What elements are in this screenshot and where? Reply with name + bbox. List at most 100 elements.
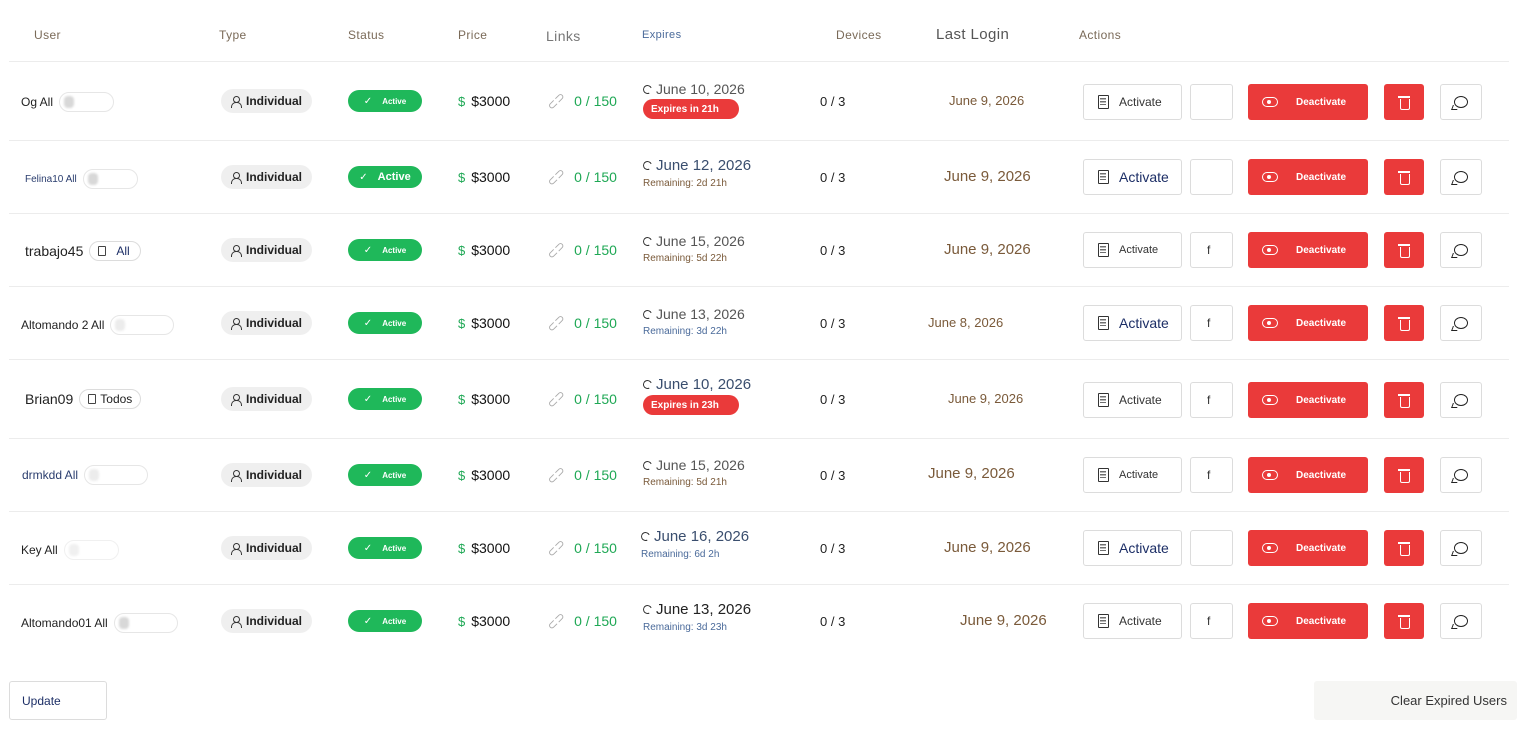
deactivate-button[interactable]: Deactivate xyxy=(1248,603,1368,639)
table-row: trabajo45 All Individual ✓ Active $ $3000 … xyxy=(9,214,1509,287)
chat-button[interactable] xyxy=(1440,457,1482,493)
type-badge: Individual xyxy=(221,463,313,487)
delete-button[interactable] xyxy=(1384,382,1424,418)
activate-button[interactable]: Activate xyxy=(1083,603,1182,639)
status-badge: ✓ Active xyxy=(348,90,422,112)
clear-expired-users-button[interactable]: Clear Expired Users xyxy=(1314,681,1517,720)
user-cell: drmkdd All xyxy=(22,465,149,485)
remaining-time: Remaining: 5d 21h xyxy=(643,477,727,488)
eye-off-icon xyxy=(1262,616,1278,626)
type-badge: Individual xyxy=(221,238,313,262)
expires-cell: June 13, 2026 Remaining: 3d 22h xyxy=(641,306,745,337)
deactivate-button[interactable]: Deactivate xyxy=(1248,457,1368,493)
f-button[interactable] xyxy=(1190,530,1233,566)
status-badge: ✓ Active xyxy=(348,312,422,334)
expires-date: June 13, 2026 xyxy=(641,601,751,618)
delete-button[interactable] xyxy=(1384,305,1424,341)
header-last-login: Last Login xyxy=(936,26,1010,43)
links-count: ⊂⊃ 0 / 150 xyxy=(543,310,617,336)
f-button[interactable]: f xyxy=(1190,457,1233,493)
activate-button[interactable]: Activate xyxy=(1083,159,1182,195)
person-icon xyxy=(231,171,242,184)
chat-button[interactable] xyxy=(1440,382,1482,418)
activate-button[interactable]: Activate xyxy=(1083,530,1182,566)
person-icon xyxy=(231,542,242,555)
last-login: June 9, 2026 xyxy=(944,539,1031,556)
chat-button[interactable] xyxy=(1440,603,1482,639)
link-icon: ⊂⊃ xyxy=(543,535,569,561)
chat-button[interactable] xyxy=(1440,305,1482,341)
activate-button[interactable]: Activate xyxy=(1083,84,1182,120)
devices-count: 0 / 3 xyxy=(820,316,846,331)
trash-icon xyxy=(1398,243,1410,258)
building-icon xyxy=(1098,243,1109,257)
delete-button[interactable] xyxy=(1384,457,1424,493)
delete-button[interactable] xyxy=(1384,232,1424,268)
eye-off-icon xyxy=(1262,395,1278,405)
username: drmkdd All xyxy=(22,468,79,482)
last-login: June 9, 2026 xyxy=(949,93,1025,108)
dollar-icon: $ xyxy=(458,391,466,407)
dollar-icon: $ xyxy=(458,467,466,483)
deactivate-button[interactable]: Deactivate xyxy=(1248,232,1368,268)
building-icon xyxy=(98,246,107,256)
deactivate-button[interactable]: Deactivate xyxy=(1248,530,1368,566)
check-icon: ✓ xyxy=(363,615,373,627)
person-icon xyxy=(231,95,242,108)
activate-button[interactable]: Activate xyxy=(1083,232,1182,268)
building-icon xyxy=(1098,316,1109,330)
deactivate-button[interactable]: Deactivate xyxy=(1248,159,1368,195)
person-icon xyxy=(231,393,242,406)
update-button[interactable]: Update xyxy=(9,681,107,720)
trash-icon xyxy=(1398,95,1410,110)
expires-date: June 15, 2026 xyxy=(641,457,745,473)
deactivate-button[interactable]: Deactivate xyxy=(1248,84,1368,120)
f-button[interactable]: f xyxy=(1190,305,1233,341)
header-expires: Expires xyxy=(642,29,682,41)
status-badge: ✓ Active xyxy=(348,464,422,486)
f-button[interactable]: f xyxy=(1190,382,1233,418)
links-count: ⊂⊃ 0 / 150 xyxy=(543,535,617,561)
eye-off-icon xyxy=(1262,245,1278,255)
chat-button[interactable] xyxy=(1440,84,1482,120)
f-button[interactable] xyxy=(1190,84,1233,120)
delete-button[interactable] xyxy=(1384,603,1424,639)
chat-icon xyxy=(1454,244,1468,256)
chat-button[interactable] xyxy=(1440,232,1482,268)
chat-button[interactable] xyxy=(1440,530,1482,566)
building-icon xyxy=(1098,541,1109,555)
chat-button[interactable] xyxy=(1440,159,1482,195)
delete-button[interactable] xyxy=(1384,530,1424,566)
table-row: Brian09 Todos Individual ✓ Active $ $3000 … xyxy=(9,360,1509,439)
links-count: ⊂⊃ 0 / 150 xyxy=(543,462,617,488)
deactivate-button[interactable]: Deactivate xyxy=(1248,305,1368,341)
chat-icon xyxy=(1454,394,1468,406)
username: Og All xyxy=(21,95,54,109)
check-icon: ✓ xyxy=(363,317,373,329)
devices-count: 0 / 3 xyxy=(820,94,846,109)
expires-cell: June 10, 2026 Expires in 23h xyxy=(641,376,751,415)
chat-icon xyxy=(1454,171,1468,183)
activate-button[interactable]: Activate xyxy=(1083,305,1182,341)
delete-button[interactable] xyxy=(1384,84,1424,120)
check-icon: ✓ xyxy=(363,393,373,405)
activate-button[interactable]: Activate xyxy=(1083,382,1182,418)
status-badge: ✓ Active xyxy=(348,388,422,410)
last-login: June 9, 2026 xyxy=(944,168,1031,185)
status-badge: ✓ Active xyxy=(348,166,422,188)
activate-button[interactable]: Activate xyxy=(1083,457,1182,493)
chat-icon xyxy=(1454,542,1468,554)
f-button[interactable] xyxy=(1190,159,1233,195)
building-icon xyxy=(1098,170,1109,184)
dollar-icon: $ xyxy=(458,315,466,331)
expires-date: June 10, 2026 xyxy=(641,376,751,393)
price: $ $3000 xyxy=(458,391,511,407)
f-button[interactable]: f xyxy=(1190,603,1233,639)
delete-button[interactable] xyxy=(1384,159,1424,195)
users-table: User Type Status Price Links Expires Dev… xyxy=(9,0,1509,658)
user-tag xyxy=(63,540,119,560)
user-tag xyxy=(113,613,178,633)
f-button[interactable]: f xyxy=(1190,232,1233,268)
deactivate-button[interactable]: Deactivate xyxy=(1248,382,1368,418)
chat-icon xyxy=(1454,317,1468,329)
